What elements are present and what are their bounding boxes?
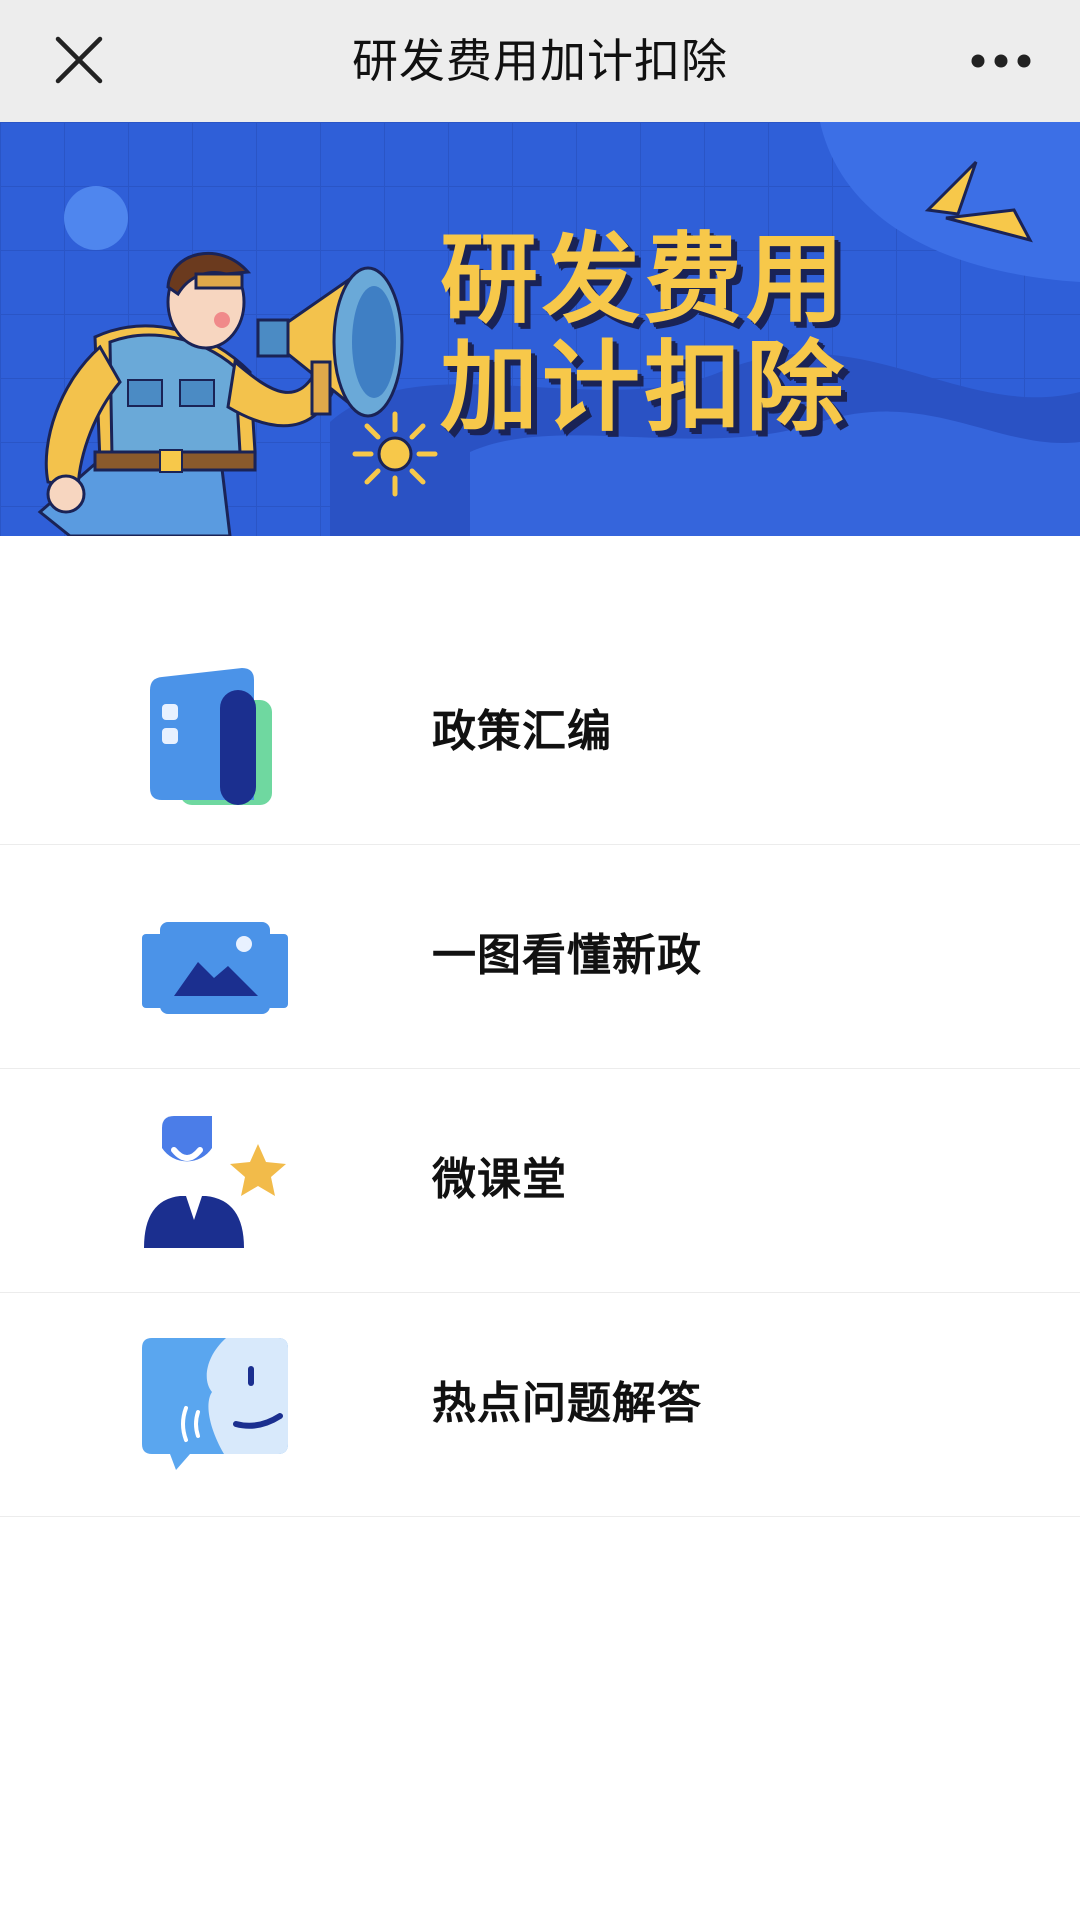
close-icon[interactable] [50, 36, 108, 86]
face-chat-icon [140, 1332, 290, 1482]
banner-title-line-1: 研发费用 [440, 223, 849, 337]
policy-book-icon [140, 660, 290, 810]
menu-label: 一图看懂新政 [432, 930, 702, 981]
banner-title-line-2: 加计扣除 [440, 331, 849, 445]
menu-item-hot-questions[interactable]: 热点问题解答 [0, 1292, 1080, 1517]
image-gallery-icon [140, 884, 290, 1034]
menu-item-policy-compilation[interactable]: 政策汇编 [0, 620, 1080, 845]
banner-carousel[interactable]: 研发费用 加计扣除 [0, 122, 1080, 536]
menu-label: 热点问题解答 [432, 1378, 702, 1429]
menu-label: 政策汇编 [432, 706, 612, 757]
banner-title: 研发费用 加计扣除 [440, 226, 920, 442]
lecturer-star-icon [140, 1108, 290, 1258]
page-title: 研发费用加计扣除 [352, 34, 728, 88]
menu-label: 微课堂 [432, 1154, 567, 1205]
top-navbar: 研发费用加计扣除 [0, 0, 1080, 122]
more-horizontal-icon[interactable] [970, 44, 1032, 78]
menu-item-micro-class[interactable]: 微课堂 [0, 1068, 1080, 1293]
menu-item-infographic[interactable]: 一图看懂新政 [0, 844, 1080, 1069]
